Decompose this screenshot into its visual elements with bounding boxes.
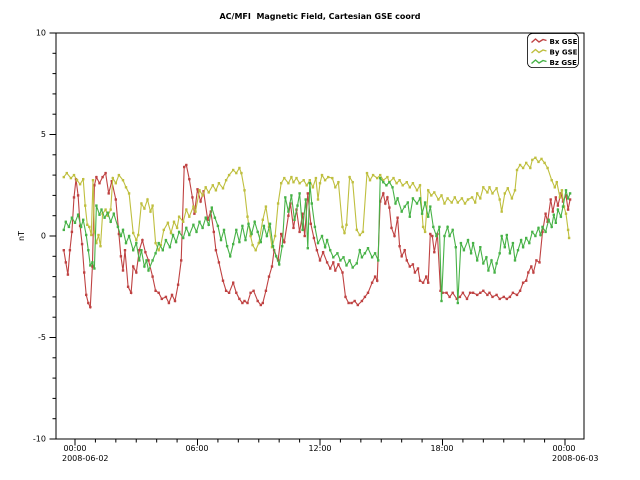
legend-label-by: By GSE xyxy=(550,49,578,57)
legend-label-bx: Bx GSE xyxy=(550,38,578,46)
y-tick-label: -5 xyxy=(38,333,46,342)
x-tick-label: 06:00 xyxy=(185,444,208,453)
legend-label-bz: Bz GSE xyxy=(550,59,578,67)
x-axis-date-right: 2008-06-03 xyxy=(552,454,599,463)
y-tick-label: 5 xyxy=(41,130,46,139)
y-tick-label: 0 xyxy=(41,232,46,241)
y-tick-label: 10 xyxy=(36,29,46,38)
x-axis-date-left: 2008-06-02 xyxy=(62,454,109,463)
magnetic-field-plot: AC/MFI Magnetic Field, Cartesian GSE coo… xyxy=(0,0,640,480)
chart-title: AC/MFI Magnetic Field, Cartesian GSE coo… xyxy=(219,12,420,21)
x-tick-label: 18:00 xyxy=(430,444,453,453)
y-tick-label: -10 xyxy=(33,435,46,444)
y-axis-label: nT xyxy=(17,231,26,241)
x-tick-label: 00:00 xyxy=(552,444,575,453)
legend: Bx GSE By GSE Bz GSE xyxy=(528,34,579,68)
